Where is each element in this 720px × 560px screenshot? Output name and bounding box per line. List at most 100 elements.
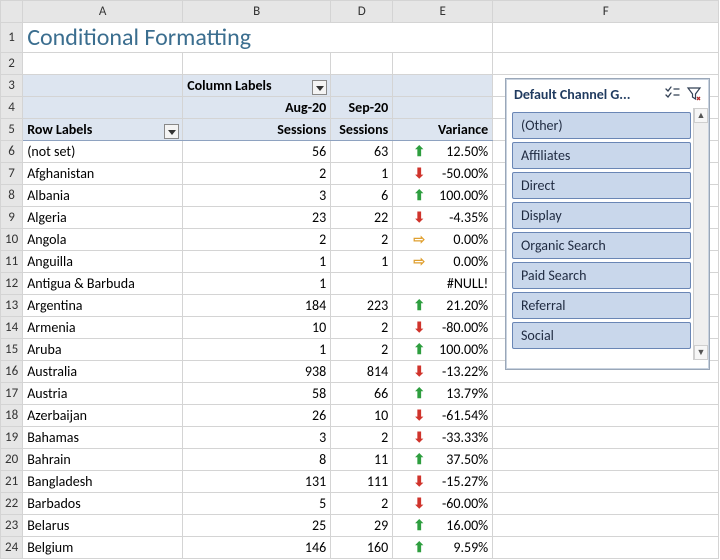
slicer-item[interactable]: Social — [512, 322, 691, 349]
variance-cell[interactable]: ⬇-50.00% — [393, 163, 493, 185]
cell[interactable] — [493, 449, 719, 471]
row-header[interactable]: 16 — [1, 361, 23, 383]
column-labels-filter-icon[interactable] — [312, 80, 327, 95]
pivot-sub-variance[interactable]: Variance — [393, 119, 493, 141]
sessions-sep-cell[interactable]: 29 — [331, 515, 393, 537]
row-labels-filter-icon[interactable] — [164, 124, 179, 139]
variance-cell[interactable]: ⬆37.50% — [393, 449, 493, 471]
slicer-scrollbar[interactable]: ▲ ▼ — [693, 108, 708, 360]
sessions-sep-cell[interactable]: 2 — [331, 427, 393, 449]
sessions-sep-cell[interactable]: 1 — [331, 251, 393, 273]
row-label-cell[interactable]: Antigua & Barbuda — [23, 273, 183, 295]
variance-cell[interactable]: ⬆100.00% — [393, 339, 493, 361]
row-label-cell[interactable]: Austria — [23, 383, 183, 405]
row-header[interactable]: 12 — [1, 273, 23, 295]
variance-cell[interactable]: ⬆13.79% — [393, 383, 493, 405]
row-label-cell[interactable]: Albania — [23, 185, 183, 207]
row-label-cell[interactable]: Aruba — [23, 339, 183, 361]
row-header[interactable]: 13 — [1, 295, 23, 317]
sessions-sep-cell[interactable] — [331, 273, 393, 295]
row-label-cell[interactable]: Anguilla — [23, 251, 183, 273]
multi-select-icon[interactable] — [663, 85, 681, 103]
slicer-item[interactable]: Paid Search — [512, 262, 691, 289]
row-label-cell[interactable]: Algeria — [23, 207, 183, 229]
row-label-cell[interactable]: Australia — [23, 361, 183, 383]
variance-cell[interactable]: ⬇-61.54% — [393, 405, 493, 427]
sessions-aug-cell[interactable]: 58 — [183, 383, 331, 405]
row-header[interactable]: 17 — [1, 383, 23, 405]
slicer-panel[interactable]: Default Channel G... (Other)AffiliatesDi… — [505, 78, 710, 370]
sessions-aug-cell[interactable]: 23 — [183, 207, 331, 229]
slicer-item[interactable]: (Other) — [512, 112, 691, 139]
pivot-row-labels[interactable]: Row Labels — [23, 119, 183, 141]
row-header[interactable]: 6 — [1, 141, 23, 163]
sessions-sep-cell[interactable]: 2 — [331, 317, 393, 339]
row-header[interactable]: 20 — [1, 449, 23, 471]
sessions-aug-cell[interactable]: 3 — [183, 427, 331, 449]
row-label-cell[interactable]: Armenia — [23, 317, 183, 339]
sessions-aug-cell[interactable]: 184 — [183, 295, 331, 317]
variance-cell[interactable]: ⬆100.00% — [393, 185, 493, 207]
row-header[interactable]: 3 — [1, 75, 23, 97]
pivot-sub-sessions-aug[interactable]: Sessions — [183, 119, 331, 141]
row-label-cell[interactable]: Argentina — [23, 295, 183, 317]
sessions-sep-cell[interactable]: 66 — [331, 383, 393, 405]
col-header-E[interactable]: E — [393, 1, 493, 23]
sessions-sep-cell[interactable]: 1 — [331, 163, 393, 185]
sessions-aug-cell[interactable]: 1 — [183, 339, 331, 361]
cell[interactable] — [493, 537, 719, 559]
variance-cell[interactable]: ⬇-33.33% — [393, 427, 493, 449]
col-header-F[interactable]: F — [493, 1, 719, 23]
sessions-aug-cell[interactable]: 26 — [183, 405, 331, 427]
row-label-cell[interactable]: Afghanistan — [23, 163, 183, 185]
pivot-month-sep[interactable]: Sep-20 — [331, 97, 393, 119]
variance-cell[interactable]: ⬆16.00% — [393, 515, 493, 537]
row-label-cell[interactable]: Bangladesh — [23, 471, 183, 493]
row-header[interactable]: 2 — [1, 53, 23, 75]
sessions-aug-cell[interactable]: 938 — [183, 361, 331, 383]
variance-cell[interactable]: ⬇-13.22% — [393, 361, 493, 383]
sessions-sep-cell[interactable]: 160 — [331, 537, 393, 559]
sessions-sep-cell[interactable]: 2 — [331, 229, 393, 251]
row-header[interactable]: 19 — [1, 427, 23, 449]
cell[interactable] — [493, 23, 719, 53]
col-header-D[interactable]: D — [331, 1, 393, 23]
cell[interactable] — [493, 427, 719, 449]
clear-filter-icon[interactable] — [685, 85, 703, 103]
row-header[interactable]: 18 — [1, 405, 23, 427]
row-label-cell[interactable]: Barbados — [23, 493, 183, 515]
row-label-cell[interactable]: Belgium — [23, 537, 183, 559]
cell[interactable] — [493, 383, 719, 405]
sessions-aug-cell[interactable]: 131 — [183, 471, 331, 493]
row-label-cell[interactable]: Angola — [23, 229, 183, 251]
sessions-aug-cell[interactable]: 2 — [183, 229, 331, 251]
sessions-sep-cell[interactable]: 2 — [331, 339, 393, 361]
sessions-sep-cell[interactable]: 22 — [331, 207, 393, 229]
row-header[interactable]: 7 — [1, 163, 23, 185]
row-header[interactable]: 11 — [1, 251, 23, 273]
sessions-aug-cell[interactable]: 10 — [183, 317, 331, 339]
row-header[interactable]: 23 — [1, 515, 23, 537]
variance-cell[interactable]: ⇨0.00% — [393, 229, 493, 251]
sessions-sep-cell[interactable]: 10 — [331, 405, 393, 427]
cell[interactable] — [493, 405, 719, 427]
sessions-sep-cell[interactable]: 814 — [331, 361, 393, 383]
sessions-aug-cell[interactable]: 146 — [183, 537, 331, 559]
sessions-sep-cell[interactable]: 11 — [331, 449, 393, 471]
sessions-aug-cell[interactable]: 2 — [183, 163, 331, 185]
scroll-up-icon[interactable]: ▲ — [694, 108, 708, 123]
select-all-corner[interactable] — [1, 1, 23, 23]
variance-cell[interactable]: ⬇-4.35% — [393, 207, 493, 229]
slicer-item[interactable]: Referral — [512, 292, 691, 319]
variance-cell[interactable]: ⬇-80.00% — [393, 317, 493, 339]
variance-cell[interactable]: ⬆9.59% — [393, 537, 493, 559]
sessions-sep-cell[interactable]: 2 — [331, 493, 393, 515]
variance-cell[interactable]: #NULL! — [393, 273, 493, 295]
sessions-aug-cell[interactable]: 1 — [183, 251, 331, 273]
sessions-sep-cell[interactable]: 111 — [331, 471, 393, 493]
pivot-blank[interactable] — [23, 75, 183, 97]
cell[interactable] — [493, 493, 719, 515]
pivot-column-labels[interactable]: Column Labels — [183, 75, 331, 97]
sessions-aug-cell[interactable]: 5 — [183, 493, 331, 515]
slicer-item[interactable]: Affiliates — [512, 142, 691, 169]
